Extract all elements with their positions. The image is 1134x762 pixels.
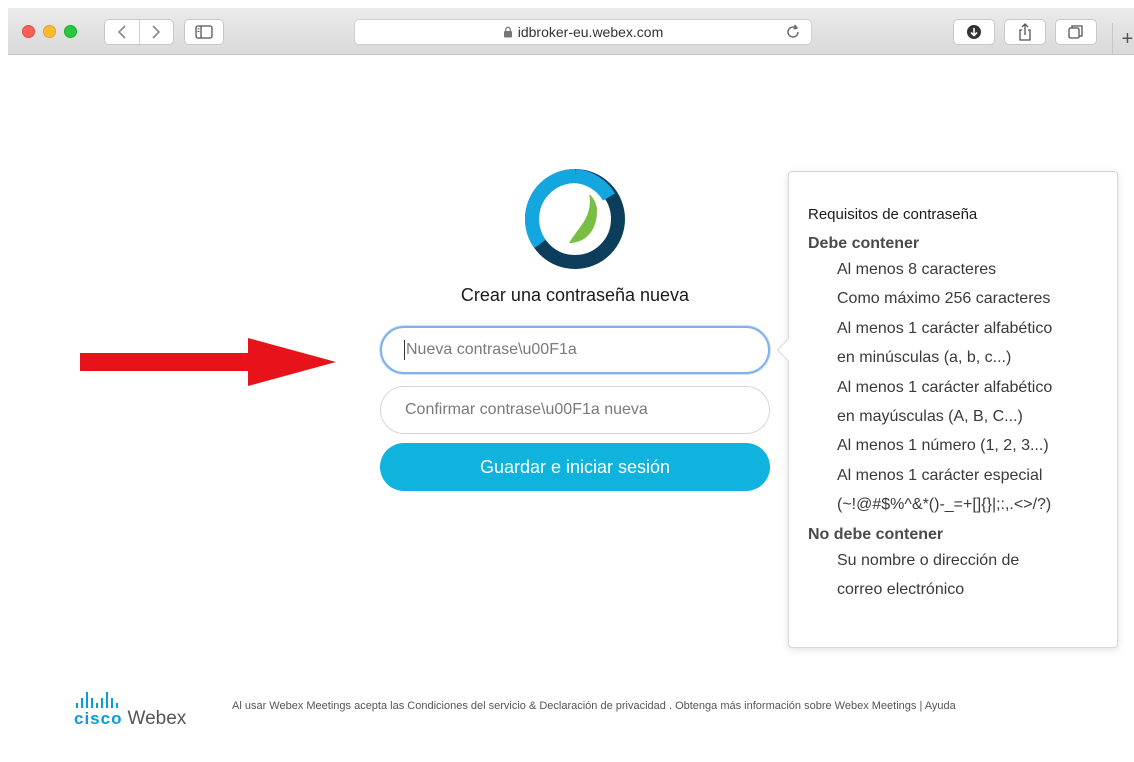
requirement-item: Al menos 8 caracteres [837, 261, 997, 278]
password-requirements-popover: Requisitos de contraseña Debe contener A… [776, 171, 1118, 648]
url-text: idbroker-eu.webex.com [517, 24, 664, 40]
reload-icon[interactable] [785, 23, 801, 41]
must-contain-list: Al menos 8 caracteres Como máximo 256 ca… [808, 255, 1099, 520]
navigation-buttons [104, 19, 174, 45]
requirement-item: Al menos 1 carácter alfabético [837, 319, 1053, 337]
cisco-wordmark: cisco [74, 709, 123, 728]
save-and-sign-in-button[interactable]: Guardar e iniciar sesión [380, 443, 770, 491]
sidebar-icon [195, 25, 213, 39]
requirement-item: Como máximo 256 caracteres [837, 290, 1051, 308]
new-tab-button[interactable]: + [1112, 23, 1134, 55]
cisco-webex-logo: cisco Webex [74, 692, 214, 736]
footer-legal-text: Al usar Webex Meetings acepta las Condic… [232, 700, 956, 712]
requirement-item: en mayúsculas (A, B, C...) [837, 408, 1023, 426]
forward-icon [152, 25, 161, 39]
text-cursor [404, 340, 405, 360]
back-icon [117, 25, 126, 39]
address-bar[interactable]: idbroker-eu.webex.com [354, 19, 812, 45]
requirement-item: en minúsculas (a, b, c...) [837, 349, 1012, 367]
requirement-item: Al menos 1 número (1, 2, 3...) [837, 437, 1049, 455]
popover-caret [776, 338, 800, 362]
cisco-bars-icon [76, 692, 214, 708]
requirement-item: Al menos 1 carácter alfabético [837, 378, 1053, 396]
tabs-icon [1068, 25, 1083, 39]
plus-icon: + [1121, 27, 1134, 50]
must-contain-heading: Debe contener [808, 235, 920, 252]
lock-icon [503, 26, 512, 38]
requirement-item: Su nombre o dirección de [837, 551, 1020, 569]
red-arrow-annotation [80, 338, 336, 386]
requirements-title: Requisitos de contraseña [808, 206, 978, 223]
browser-toolbar: idbroker-eu.webex.com + [8, 8, 1134, 55]
back-button[interactable] [105, 20, 139, 44]
forward-button[interactable] [138, 20, 173, 44]
webex-logo-icon [525, 169, 625, 269]
requirement-item: Al menos 1 carácter especial [837, 466, 1043, 484]
minimize-window-button[interactable] [43, 25, 56, 38]
share-button[interactable] [1004, 19, 1046, 45]
must-not-contain-list: Su nombre o dirección de correo electrón… [808, 546, 1099, 605]
show-tabs-button[interactable] [1055, 19, 1097, 45]
close-window-button[interactable] [22, 25, 35, 38]
must-not-contain-heading: No debe contener [808, 525, 944, 543]
webex-wordmark: Webex [127, 708, 187, 729]
confirm-password-input[interactable] [380, 386, 770, 434]
page-title: Crear una contraseña nueva [460, 285, 690, 305]
requirement-item: (~!@#$%^&*()-_=+[]{}|;:,.<>/?) [837, 496, 1052, 514]
sidebar-button[interactable] [184, 19, 224, 45]
downloads-button[interactable] [953, 19, 995, 45]
zoom-window-button[interactable] [64, 25, 77, 38]
requirement-item: correo electrónico [837, 581, 965, 599]
share-icon [1019, 23, 1031, 41]
download-icon [967, 25, 981, 39]
new-password-input[interactable] [380, 326, 770, 374]
